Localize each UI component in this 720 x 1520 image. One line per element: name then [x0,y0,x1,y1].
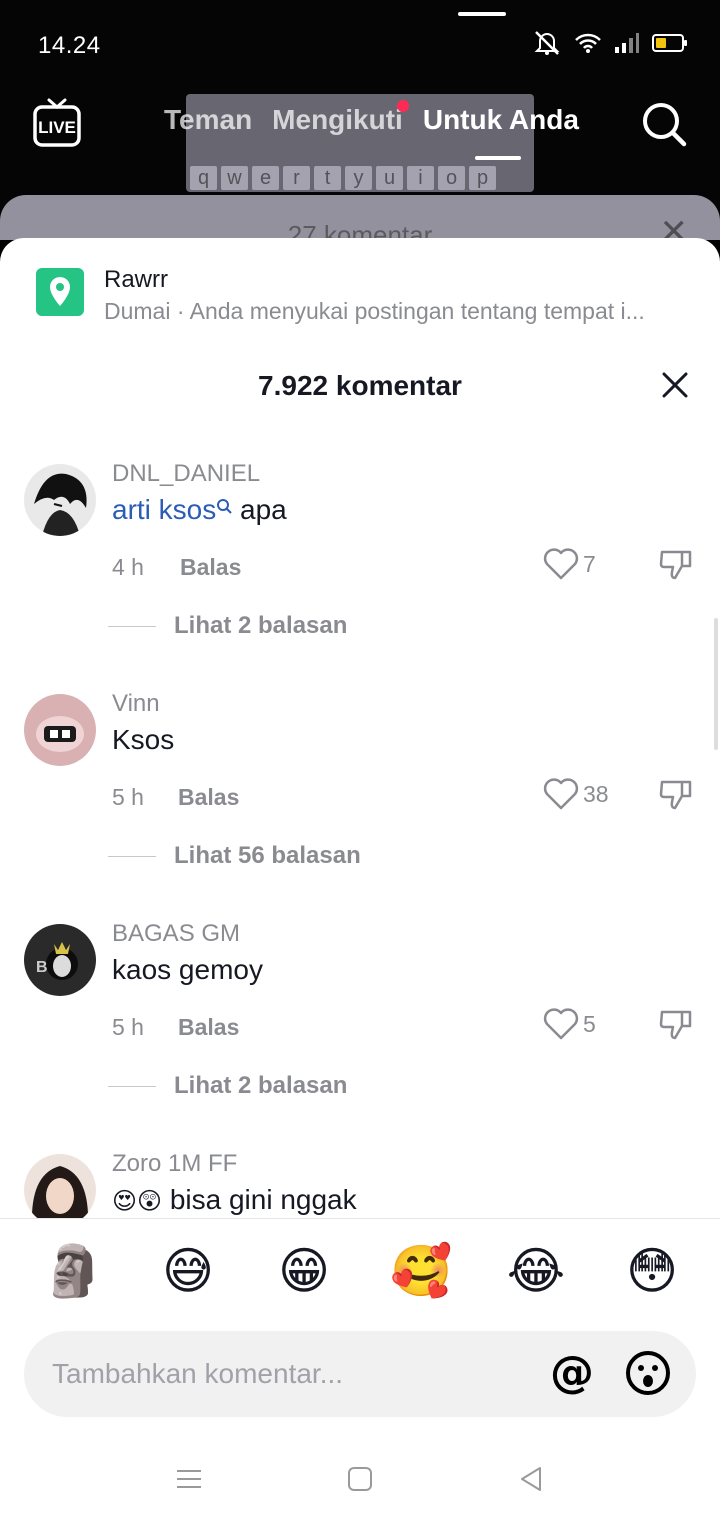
location-pin-icon [36,268,84,316]
view-replies-label: Lihat 2 balasan [174,612,348,639]
active-tab-indicator [474,156,521,160]
comments-sheet: Rawrr Dumai · Anda menyukai postingan te… [0,238,720,1520]
like-count: 7 [583,550,596,577]
like-count: 5 [583,1010,596,1037]
comment-text: kaos gemoy [112,954,263,985]
comment-text: Ksos [112,724,175,755]
emoji-grin-button[interactable]: 😁 [274,1241,334,1301]
location-title: Rawrr [104,266,168,293]
avatar[interactable] [24,694,96,766]
view-replies-label: Lihat 56 balasan [174,842,361,869]
emoji-moai-button[interactable]: 🗿 [42,1241,104,1301]
heart-icon [543,778,579,810]
comment-count-title: 7.922 komentar [258,370,462,401]
location-banner[interactable]: Rawrr Dumai · Anda menyukai postingan te… [36,266,686,326]
comment-item: Zoro 1M FF 😍😲 bisa gini nggak [0,1150,720,1218]
reply-button[interactable]: Balas [178,784,239,811]
like-button[interactable]: 38 [543,778,609,810]
dislike-icon[interactable] [658,1006,694,1042]
status-time: 14.24 [38,32,101,59]
replies-divider [108,855,156,857]
signal-icon [615,33,639,53]
replies-divider [108,625,156,627]
comment-time: 4 h [112,554,144,580]
live-icon[interactable]: LIVE [32,96,82,148]
replies-divider [108,1085,156,1087]
comment-time: 5 h [112,784,144,810]
like-count: 38 [583,780,609,807]
emoji-hearts-button[interactable]: 🥰 [390,1241,452,1301]
live-label: LIVE [38,118,76,137]
tab-mengikuti[interactable]: Mengikuti [272,100,409,136]
view-replies-button[interactable]: Lihat 2 balasan [108,1072,347,1100]
status-bar: 14.24 [0,0,720,90]
comment-list: DNL_DANIEL arti ksos apa 4 h Balas 7 Lih… [0,460,720,1218]
comment-username[interactable]: Vinn [112,690,160,718]
comment-text: 😍😲 bisa gini nggak [112,1184,357,1216]
dislike-icon[interactable] [658,776,694,812]
top-navigation: LIVE Teman Mengikuti Untuk Anda [0,90,720,170]
battery-icon [652,34,687,52]
emoji-picker-icon[interactable] [624,1349,672,1397]
like-button[interactable]: 7 [543,548,596,580]
comment-input[interactable] [52,1331,532,1417]
dislike-icon[interactable] [658,546,694,582]
comment-text-body: apa [232,494,287,525]
wifi-icon [575,33,601,53]
video-background: q w e r t y u i o p 27 komentar ✕ 14.24 … [0,0,720,240]
divider [0,1218,720,1219]
comment-item: Vinn Ksos 5 h Balas 38 Lihat 56 balasan [0,690,720,920]
heart-icon [543,1008,579,1040]
emoji-flushed-button[interactable]: 😳 [622,1241,682,1301]
tab-teman[interactable]: Teman [164,104,252,136]
video-ghost-title: 27 komentar [287,220,433,240]
comment-input-bar: @ [24,1331,696,1417]
close-icon[interactable] [660,370,690,400]
reply-button[interactable]: Balas [180,554,241,581]
like-button[interactable]: 5 [543,1008,596,1040]
menu-icon[interactable] [174,1464,204,1494]
system-navigation-bar [0,1440,720,1520]
view-replies-button[interactable]: Lihat 2 balasan [108,612,347,640]
notch-indicator [458,12,506,16]
emoji-joy-button[interactable]: 😂 [506,1241,566,1301]
tab-untuk-anda-label: Untuk Anda [422,104,579,135]
heart-icon [543,548,579,580]
svg-text:B: B [36,959,48,976]
comment-emojis: 😍😲 [112,1187,163,1215]
quick-emoji-bar: 🗿 😅 😁 🥰 😂 😳 [0,1241,720,1311]
comments-header: 7.922 komentar [0,370,720,410]
avatar[interactable] [24,464,96,536]
avatar[interactable]: B [24,924,96,996]
avatar[interactable] [24,1154,96,1218]
comment-username[interactable]: Zoro 1M FF [112,1150,237,1178]
back-icon[interactable] [516,1464,546,1494]
comment-time: 5 h [112,1014,144,1040]
location-subtitle: Dumai · Anda menyukai postingan tentang … [104,298,645,324]
comment-item: DNL_DANIEL arti ksos apa 4 h Balas 7 Lih… [0,460,720,690]
comment-username[interactable]: DNL_DANIEL [112,460,260,488]
tab-mengikuti-label: Mengikuti [272,104,403,135]
home-icon[interactable] [345,1464,375,1494]
mention-icon[interactable]: @ [548,1349,596,1397]
view-replies-label: Lihat 2 balasan [174,1072,348,1099]
comment-username[interactable]: BAGAS GM [112,920,240,948]
search-keyword-link[interactable]: arti ksos [112,494,216,525]
view-replies-button[interactable]: Lihat 56 balasan [108,842,361,870]
feed-tabs: Teman Mengikuti Untuk Anda [164,100,579,160]
scrollbar[interactable] [714,618,718,750]
status-icons [532,30,687,56]
search-icon[interactable] [640,100,688,148]
reply-button[interactable]: Balas [178,1014,239,1041]
search-keyword-icon [217,499,232,514]
comment-item: B BAGAS GM kaos gemoy 5 h Balas 5 Lihat … [0,920,720,1150]
emoji-sweat-smile-button[interactable]: 😅 [158,1241,218,1301]
comment-text-body: bisa gini nggak [162,1184,357,1215]
mute-icon [534,31,560,55]
tab-untuk-anda[interactable]: Untuk Anda [422,104,579,160]
video-ghost-close-icon: ✕ [659,212,689,240]
notification-dot [396,100,409,112]
comment-text: arti ksos apa [112,494,287,526]
